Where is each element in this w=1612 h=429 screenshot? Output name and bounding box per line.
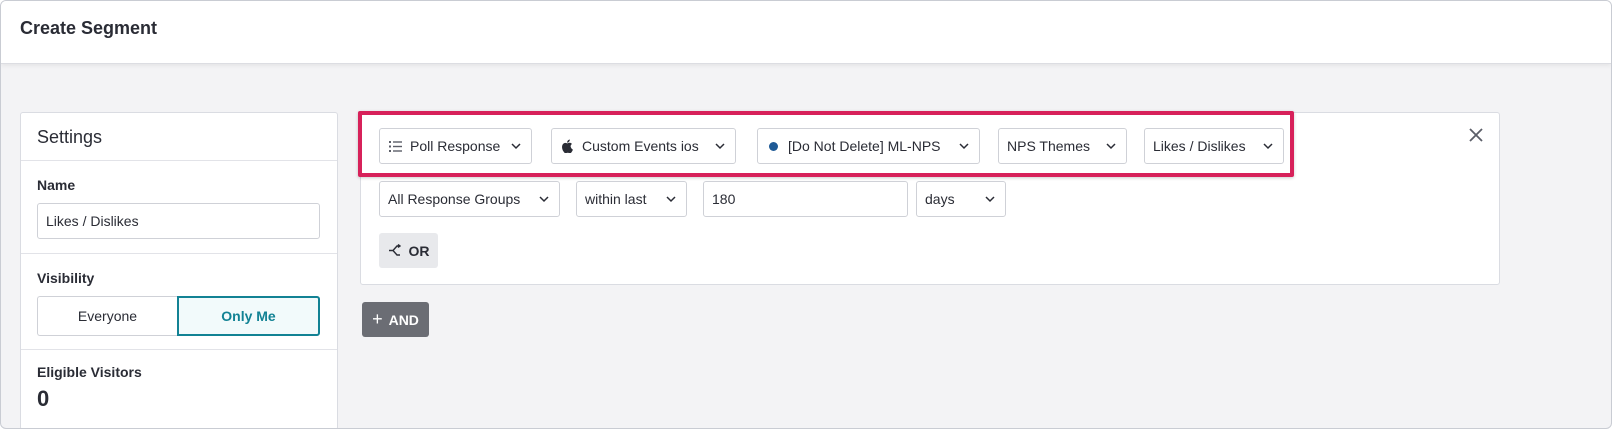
visibility-everyone-button[interactable]: Everyone — [37, 296, 177, 336]
chevron-down-icon — [715, 143, 725, 150]
plus-icon: + — [372, 309, 383, 329]
chevron-down-icon — [959, 143, 969, 150]
time-unit-label: days — [925, 191, 955, 207]
time-operator-dropdown[interactable]: within last — [576, 181, 687, 217]
status-dot-icon — [766, 139, 780, 153]
window-frame: Create Segment Settings Name Likes / Dis… — [0, 0, 1612, 429]
name-input[interactable]: Likes / Dislikes — [37, 203, 320, 239]
chevron-down-icon — [1263, 143, 1273, 150]
chevron-down-icon — [539, 196, 549, 203]
response-groups-dropdown[interactable]: All Response Groups — [379, 181, 560, 217]
add-and-button[interactable]: + AND — [362, 302, 429, 337]
time-operator-label: within last — [585, 191, 647, 207]
chevron-down-icon — [1106, 143, 1116, 150]
settings-title: Settings — [21, 113, 337, 161]
visibility-toggle: Everyone Only Me — [37, 296, 320, 336]
and-label: AND — [388, 311, 419, 328]
poll-response-label: Poll Response — [410, 138, 501, 154]
branch-icon — [388, 244, 401, 256]
settings-panel: Settings Name Likes / Dislikes Visibilit… — [20, 112, 338, 428]
response-groups-label: All Response Groups — [388, 191, 521, 207]
time-value-input[interactable]: 180 — [703, 181, 908, 217]
chevron-down-icon — [985, 196, 995, 203]
apple-icon — [560, 139, 574, 153]
close-icon[interactable] — [1467, 127, 1485, 145]
page-title: Create Segment — [20, 18, 158, 38]
poll-label: [Do Not Delete] ML-NPS — [788, 138, 941, 154]
chevron-down-icon — [511, 143, 521, 150]
eligible-visitors-section: Eligible Visitors 0 — [21, 350, 337, 412]
poll-dropdown[interactable]: [Do Not Delete] ML-NPS — [757, 128, 980, 164]
custom-events-label: Custom Events ios — [582, 138, 699, 154]
nps-themes-dropdown[interactable]: NPS Themes — [998, 128, 1127, 164]
chevron-down-icon — [666, 196, 676, 203]
likes-dislikes-label: Likes / Dislikes — [1153, 138, 1246, 154]
visibility-section: Visibility Everyone Only Me — [21, 254, 337, 350]
page-header: Create Segment — [1, 1, 1611, 64]
or-button[interactable]: OR — [379, 233, 438, 268]
custom-events-dropdown[interactable]: Custom Events ios — [551, 128, 736, 164]
list-icon — [388, 139, 402, 153]
name-label: Name — [37, 177, 76, 193]
nps-themes-label: NPS Themes — [1007, 138, 1090, 154]
likes-dislikes-dropdown[interactable]: Likes / Dislikes — [1144, 128, 1284, 164]
visibility-label: Visibility — [37, 270, 95, 286]
time-unit-dropdown[interactable]: days — [916, 181, 1006, 217]
or-label: OR — [408, 242, 430, 259]
name-section: Name Likes / Dislikes — [21, 161, 337, 254]
eligible-visitors-label: Eligible Visitors — [37, 364, 142, 380]
poll-response-dropdown[interactable]: Poll Response — [379, 128, 532, 164]
eligible-visitors-count: 0 — [37, 386, 50, 411]
visibility-only-me-button[interactable]: Only Me — [177, 296, 320, 336]
